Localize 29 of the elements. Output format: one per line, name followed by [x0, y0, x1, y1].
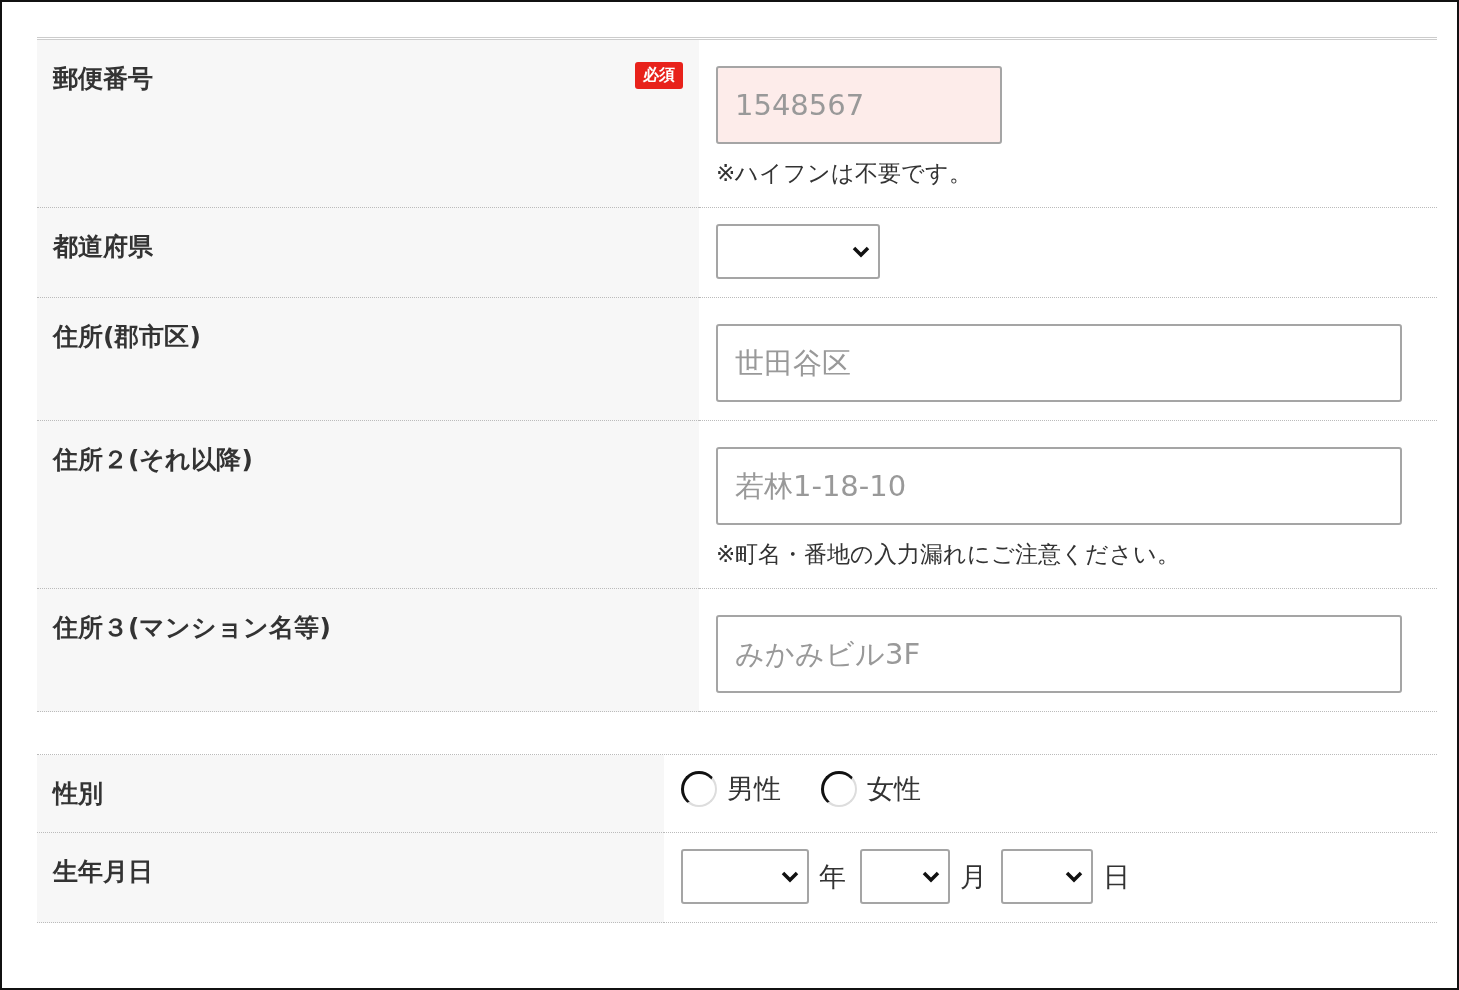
chevron-down-icon — [781, 870, 799, 883]
radio-option[interactable]: 男性 — [681, 771, 781, 807]
field-label: 郵便番号 — [53, 63, 153, 95]
chevron-down-icon — [922, 870, 940, 883]
input-field[interactable]: 1548567 — [716, 66, 1002, 144]
select-field[interactable] — [681, 849, 809, 904]
radio-button[interactable] — [821, 771, 857, 807]
field-label: 住所(郡市区) — [53, 321, 201, 353]
radio-button[interactable] — [681, 771, 717, 807]
select-field[interactable] — [716, 224, 880, 279]
field-label: 生年月日 — [53, 856, 153, 888]
date-unit: 日 — [1103, 859, 1130, 894]
input-field[interactable]: 若林1-18-10 — [716, 447, 1402, 525]
chevron-down-icon — [852, 245, 870, 258]
input-field[interactable]: 世田谷区 — [716, 324, 1402, 402]
field-label: 性別 — [53, 778, 103, 810]
field-label: 住所２(それ以降) — [53, 444, 253, 476]
select-field[interactable] — [1001, 849, 1093, 904]
field-label: 都道府県 — [53, 231, 153, 263]
date-unit: 年 — [819, 859, 846, 894]
field-note: ※ハイフンは不要です。 — [716, 159, 973, 188]
input-field[interactable]: みかみビル3F — [716, 615, 1402, 693]
date-unit: 月 — [960, 859, 987, 894]
chevron-down-icon — [1065, 870, 1083, 883]
field-note: ※町名・番地の入力漏れにご注意ください。 — [716, 540, 1181, 569]
select-field[interactable] — [860, 849, 950, 904]
required-badge: 必須 — [635, 62, 683, 89]
field-label: 住所３(マンション名等) — [53, 612, 331, 644]
radio-option[interactable]: 女性 — [821, 771, 921, 807]
